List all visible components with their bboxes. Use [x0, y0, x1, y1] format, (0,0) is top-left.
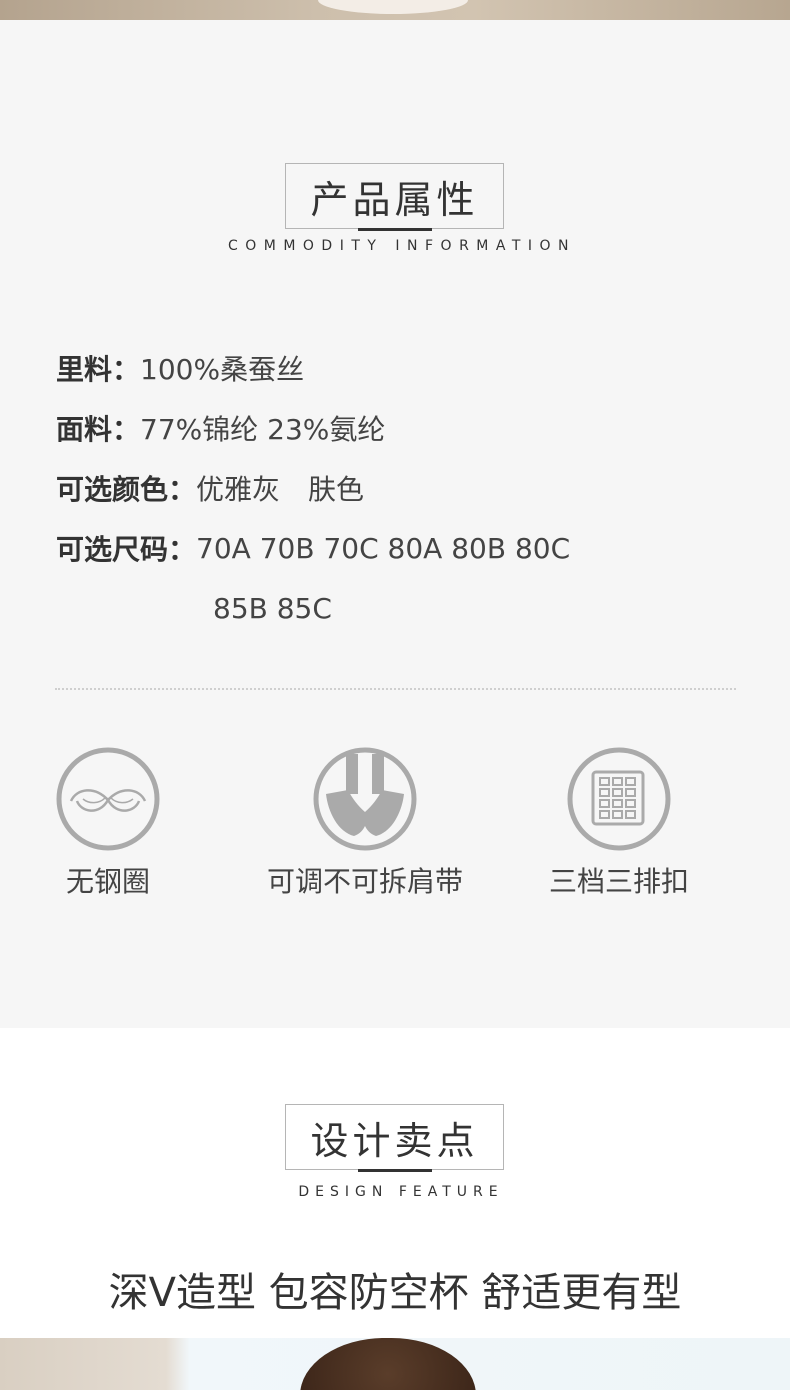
attr-value: 100%桑蚕丝 — [140, 353, 305, 386]
section-title-box: 产品属性 — [285, 163, 504, 229]
attr-value: 85B 85C — [213, 591, 332, 625]
attr-row-sizes-continued: 85B 85C — [213, 588, 332, 628]
dotted-divider — [55, 688, 736, 690]
feature-label: 无钢圈 — [65, 865, 150, 898]
attr-label: 面料： — [56, 413, 141, 446]
feature-headline: 深V造型 包容防空杯 舒适更有型 — [108, 1270, 682, 1316]
attr-row-fabric: 面料： 77%锦纶 23%氨纶 — [56, 408, 385, 448]
title-underline — [358, 1169, 432, 1172]
attr-row-colors: 可选颜色： 优雅灰 肤色 — [56, 468, 364, 508]
model-hair-fragment — [300, 1338, 476, 1390]
feature-no-underwire: 无钢圈 — [0, 746, 228, 900]
hook-eye-icon — [567, 747, 671, 851]
section-subtitle: COMMODITY INFORMATION — [227, 238, 577, 254]
title-underline — [358, 228, 432, 231]
bottom-model-photo-strip — [0, 1338, 790, 1390]
section-title: 设计卖点 — [310, 1118, 479, 1163]
attr-row-sizes: 可选尺码： 70A 70B 70C 80A 80B 80C — [56, 528, 570, 568]
top-product-photo-strip — [0, 0, 790, 20]
attr-row-lining: 里料： 100%桑蚕丝 — [56, 348, 304, 388]
attr-label: 可选颜色： — [56, 473, 197, 506]
photo-fragment — [318, 0, 468, 14]
attr-value: 70A 70B 70C 80A 80B 80C — [196, 531, 571, 565]
section-title: 产品属性 — [310, 177, 479, 222]
attr-value: 77%锦纶 23%氨纶 — [140, 413, 386, 446]
attr-value: 优雅灰 肤色 — [196, 473, 365, 506]
feature-hook-eye: 三档三排扣 — [499, 746, 739, 900]
no-underwire-icon — [56, 747, 160, 851]
fixed-strap-icon — [313, 747, 417, 851]
commodity-information-section: 产品属性 COMMODITY INFORMATION 里料： 100%桑蚕丝 面… — [0, 20, 790, 1028]
attr-label: 可选尺码： — [56, 533, 197, 566]
design-feature-section: 设计卖点 DESIGN FEATURE 深V造型 包容防空杯 舒适更有型 — [0, 1028, 790, 1340]
section-title-box: 设计卖点 — [285, 1104, 504, 1170]
feature-fixed-strap: 可调不可拆肩带 — [245, 746, 485, 900]
feature-label: 可调不可拆肩带 — [266, 865, 463, 898]
section-subtitle: DESIGN FEATURE — [298, 1184, 504, 1200]
feature-label: 三档三排扣 — [548, 865, 689, 898]
attr-label: 里料： — [56, 353, 141, 386]
